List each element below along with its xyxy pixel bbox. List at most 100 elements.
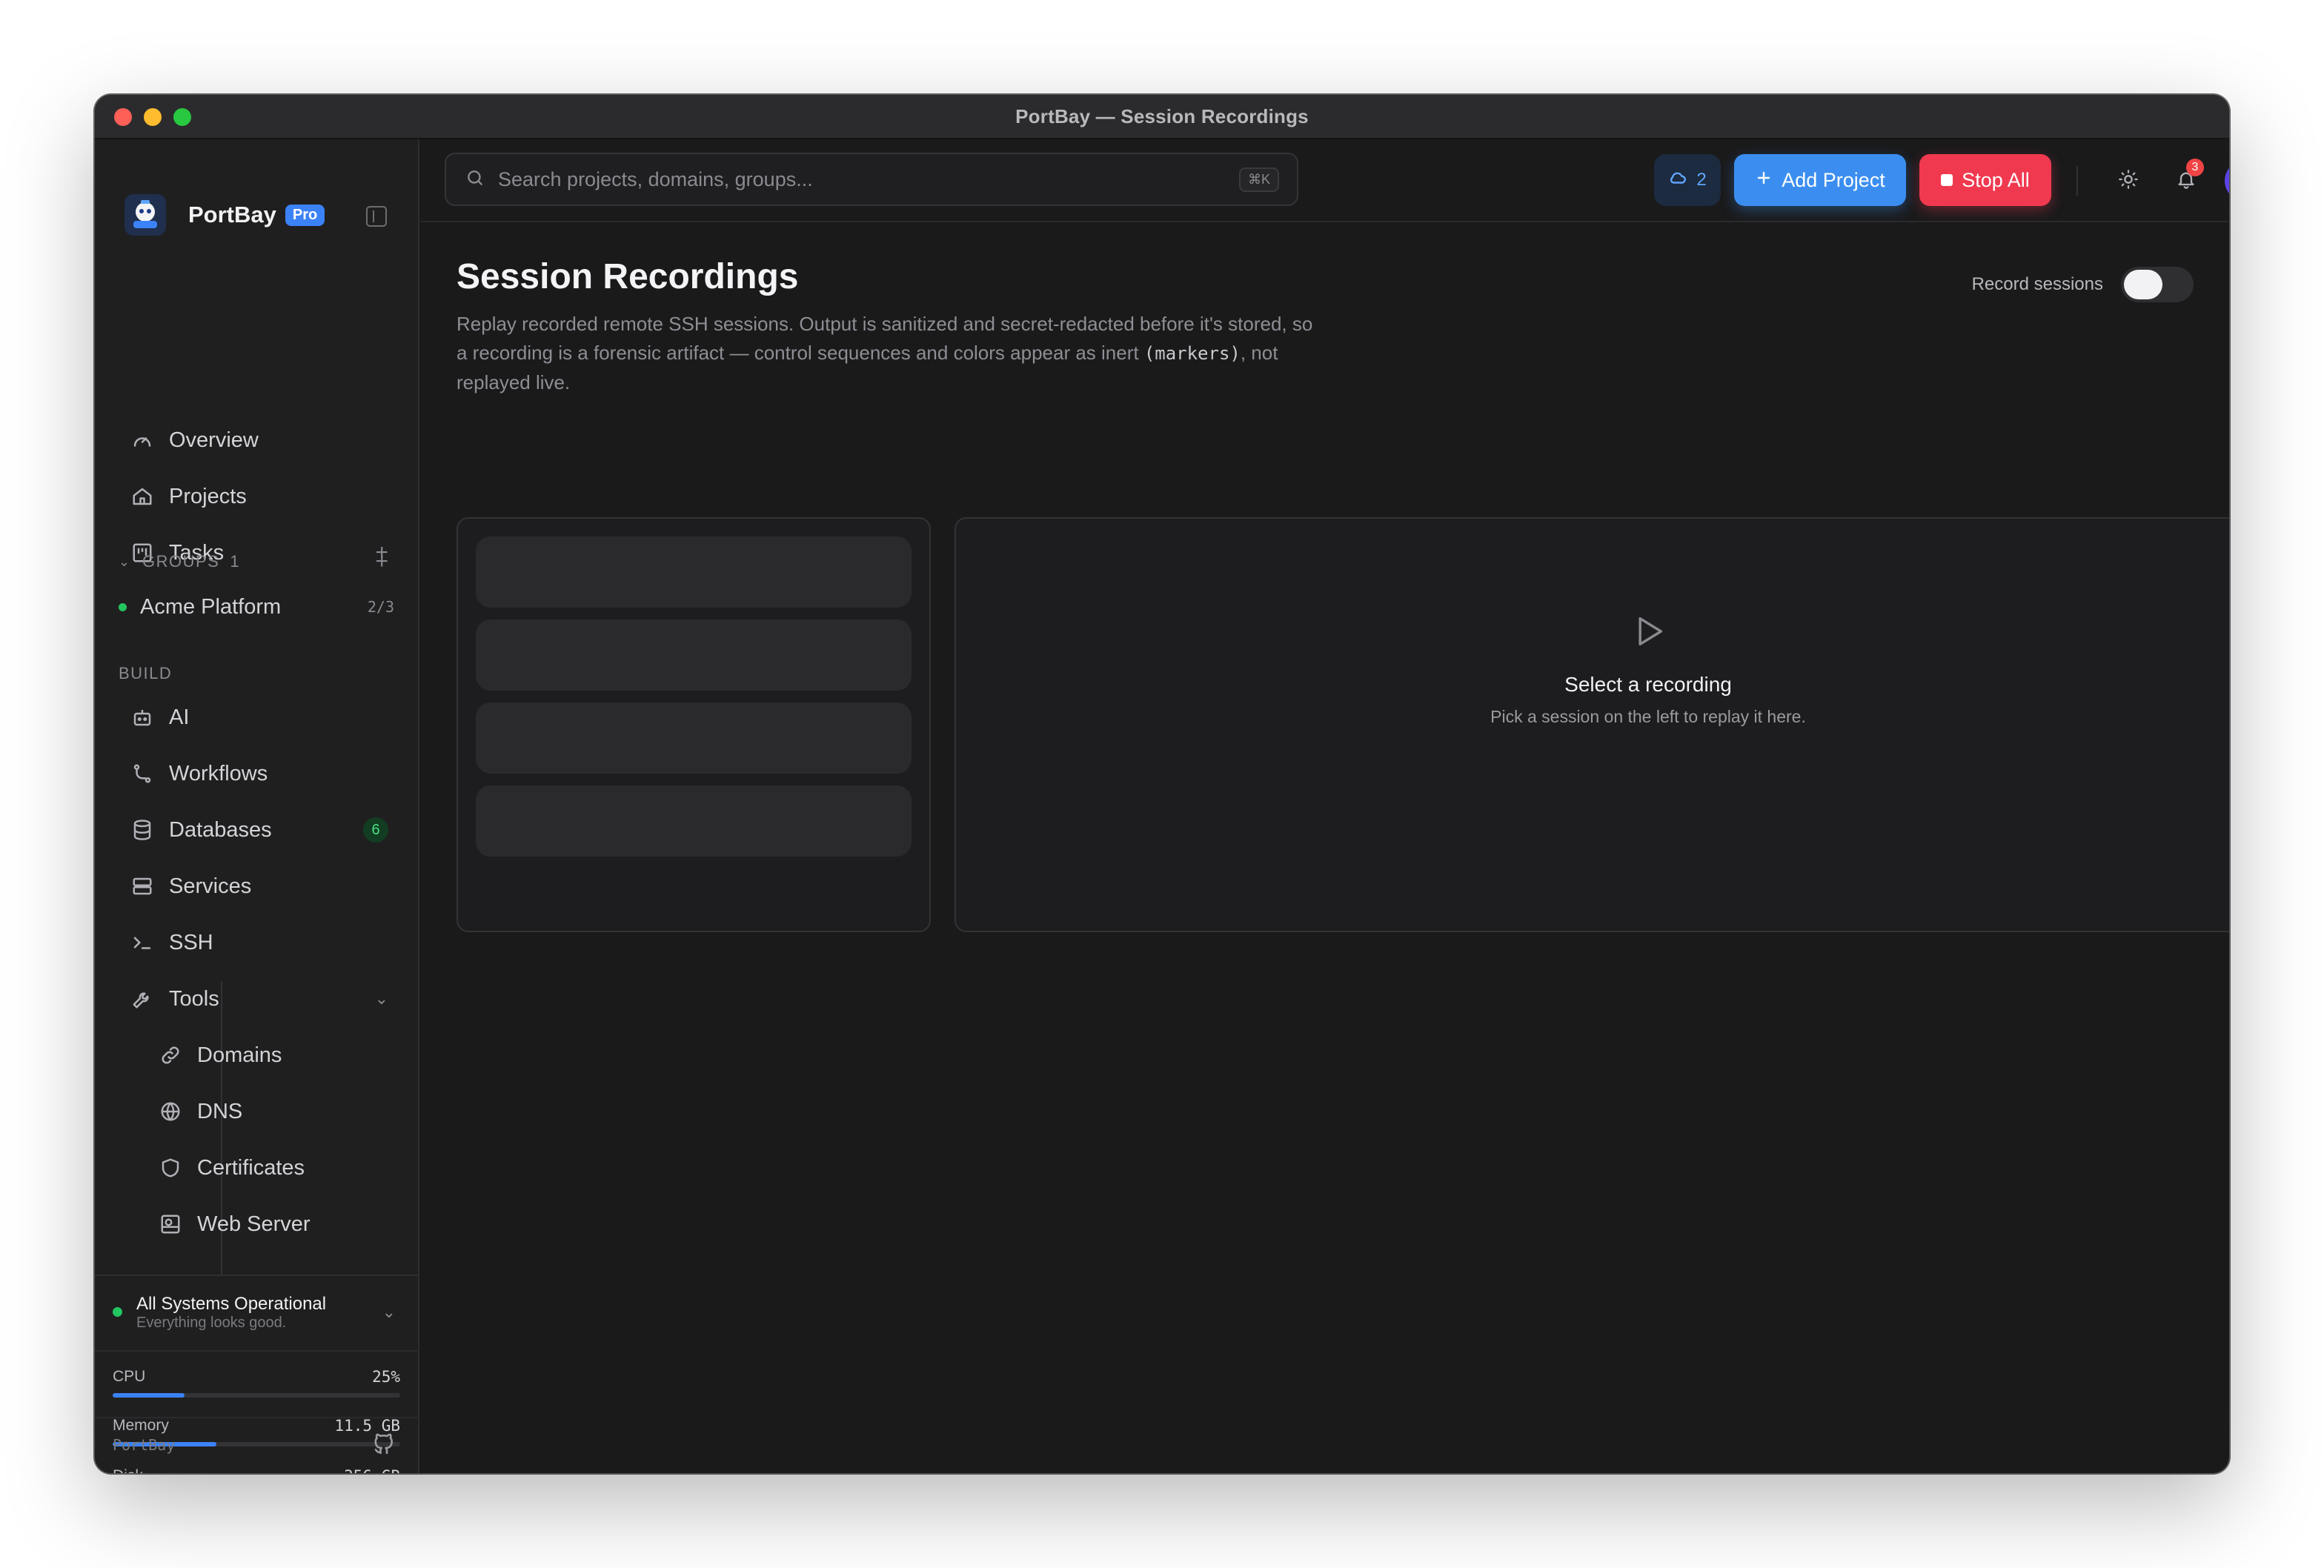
record-sessions-toggle[interactable] [2121, 267, 2194, 302]
sidebar-item-label: DNS [197, 1099, 243, 1123]
toggle-knob [2124, 270, 2162, 299]
web-server-icon [156, 1209, 185, 1239]
chevron-down-icon[interactable]: ⌄ [375, 989, 388, 1009]
sidebar-item-ai[interactable]: AI [124, 697, 400, 738]
search-bar[interactable]: ⌘K [445, 153, 1298, 206]
brand-name: PortBay [188, 202, 276, 227]
sidebar-item-label: Projects [169, 484, 247, 508]
search-icon [465, 168, 485, 191]
page-title: Session Recordings [456, 257, 799, 296]
group-name: Acme Platform [140, 594, 282, 619]
record-sessions-label: Record sessions [1971, 274, 2103, 294]
groups-header[interactable]: ⌄ GROUPS 1 + [119, 548, 388, 575]
recording-skeleton-item [476, 785, 912, 857]
recording-skeleton-item [476, 536, 912, 608]
terminal-icon [127, 928, 157, 957]
link-icon [156, 1040, 185, 1070]
sidebar-item-certificates[interactable]: Certificates [156, 1147, 400, 1189]
sidebar-item-label: SSH [169, 930, 213, 954]
git-branch-icon [127, 759, 157, 788]
server-icon [127, 871, 157, 901]
sidebar-item-domains[interactable]: Domains [156, 1034, 400, 1076]
globe-icon [156, 1097, 185, 1126]
sidebar-item-services[interactable]: Services [124, 866, 400, 907]
sidebar-item-databases[interactable]: Databases 6 [124, 809, 400, 851]
brand[interactable]: PortBay Pro [124, 193, 325, 237]
chevron-down-icon: ⌄ [382, 1303, 396, 1321]
sidebar-item-web-server[interactable]: Web Server [156, 1203, 400, 1245]
database-icon [127, 815, 157, 845]
zoom-window-button[interactable] [173, 108, 191, 126]
title-bar: PortBay — Session Recordings [95, 95, 2229, 139]
sidebar-item-label: Overview [169, 428, 259, 452]
sidebar: PortBay Pro Overview Projects Tasks + ⌄ … [95, 139, 419, 1473]
close-window-button[interactable] [114, 108, 132, 126]
groups-count: 1 [230, 552, 239, 571]
databases-count-badge: 6 [363, 817, 388, 843]
cloud-icon [1668, 168, 1687, 193]
sidebar-item-dns[interactable]: DNS [156, 1091, 400, 1132]
sidebar-item-label: Databases [169, 817, 272, 842]
replay-panel: Select a recording Pick a session on the… [954, 517, 2229, 932]
sidebar-item-label: Services [169, 874, 252, 898]
top-bar: ⌘K 2 Add Project Stop All [421, 139, 2229, 222]
add-project-label: Add Project [1782, 168, 1885, 191]
bot-icon [127, 702, 157, 732]
record-sessions-control: Record sessions [1972, 267, 2194, 302]
sidebar-item-projects[interactable]: Projects [124, 476, 400, 517]
empty-state-title: Select a recording [1564, 673, 1732, 696]
main-content: Session Recordings Replay recorded remot… [421, 224, 2229, 1473]
wrench-icon [127, 984, 157, 1014]
divider [95, 1350, 418, 1352]
metric-track [113, 1393, 400, 1398]
page-description: Replay recorded remote SSH sessions. Out… [456, 310, 1316, 397]
sidebar-item-label: Tools [169, 986, 219, 1011]
sidebar-item-tools[interactable]: Tools ⌄ [124, 978, 400, 1020]
system-status-toggle[interactable]: All Systems Operational Everything looks… [113, 1292, 400, 1337]
recording-skeleton-item [476, 702, 912, 774]
stop-all-label: Stop All [1962, 168, 2030, 191]
window-title: PortBay — Session Recordings [1015, 104, 1309, 127]
notifications-button[interactable]: 3 [2171, 159, 2204, 196]
plus-icon [1755, 169, 1773, 192]
status-subtitle: Everything looks good. [136, 1315, 287, 1331]
divider [2076, 166, 2078, 196]
sidebar-item-label: Certificates [197, 1155, 305, 1180]
metric-bar-fill [113, 1393, 185, 1398]
footer-app-name: PortBay [113, 1436, 176, 1454]
sun-icon [2118, 169, 2139, 193]
recordings-list [456, 517, 931, 932]
search-input[interactable] [498, 167, 1239, 191]
chevron-down-icon: ⌄ [119, 554, 130, 569]
recording-skeleton-item [476, 619, 912, 691]
sidebar-item-label: AI [169, 705, 190, 729]
search-shortcut-hint: ⌘K [1238, 167, 1279, 192]
metric-value: 25% [372, 1368, 400, 1386]
empty-state-subtitle: Pick a session on the left to replay it … [1490, 707, 1806, 726]
github-icon[interactable] [372, 1433, 396, 1461]
minimize-window-button[interactable] [144, 108, 162, 126]
group-status-dot [119, 602, 127, 611]
cloud-tunnels-button[interactable]: 2 [1654, 154, 1721, 206]
avatar[interactable]: AD [2225, 160, 2229, 202]
description-code: (markers) [1143, 343, 1241, 364]
sidebar-item-ssh[interactable]: SSH [124, 922, 400, 963]
status-title: All Systems Operational [136, 1294, 327, 1314]
add-project-button[interactable]: Add Project [1734, 154, 1906, 206]
gauge-icon [127, 425, 157, 455]
home-icon [127, 482, 157, 511]
group-item-acme-platform[interactable]: Acme Platform 2/3 [119, 588, 394, 625]
stop-icon [1941, 174, 1953, 186]
sidebar-item-overview[interactable]: Overview [124, 419, 400, 461]
sidebar-collapse-icon[interactable] [366, 206, 387, 227]
shield-icon [156, 1153, 185, 1183]
group-ratio: 2/3 [367, 598, 394, 616]
sidebar-item-workflows[interactable]: Workflows [124, 753, 400, 794]
system-status-panel: All Systems Operational Everything looks… [95, 1275, 418, 1473]
stop-all-button[interactable]: Stop All [1919, 154, 2051, 206]
window-controls [114, 108, 191, 126]
theme-toggle-button[interactable] [2114, 166, 2143, 196]
add-group-icon[interactable]: + [375, 549, 388, 574]
metric-cpu: CPU 25% [113, 1368, 400, 1405]
tools-tree-line [221, 981, 222, 1307]
